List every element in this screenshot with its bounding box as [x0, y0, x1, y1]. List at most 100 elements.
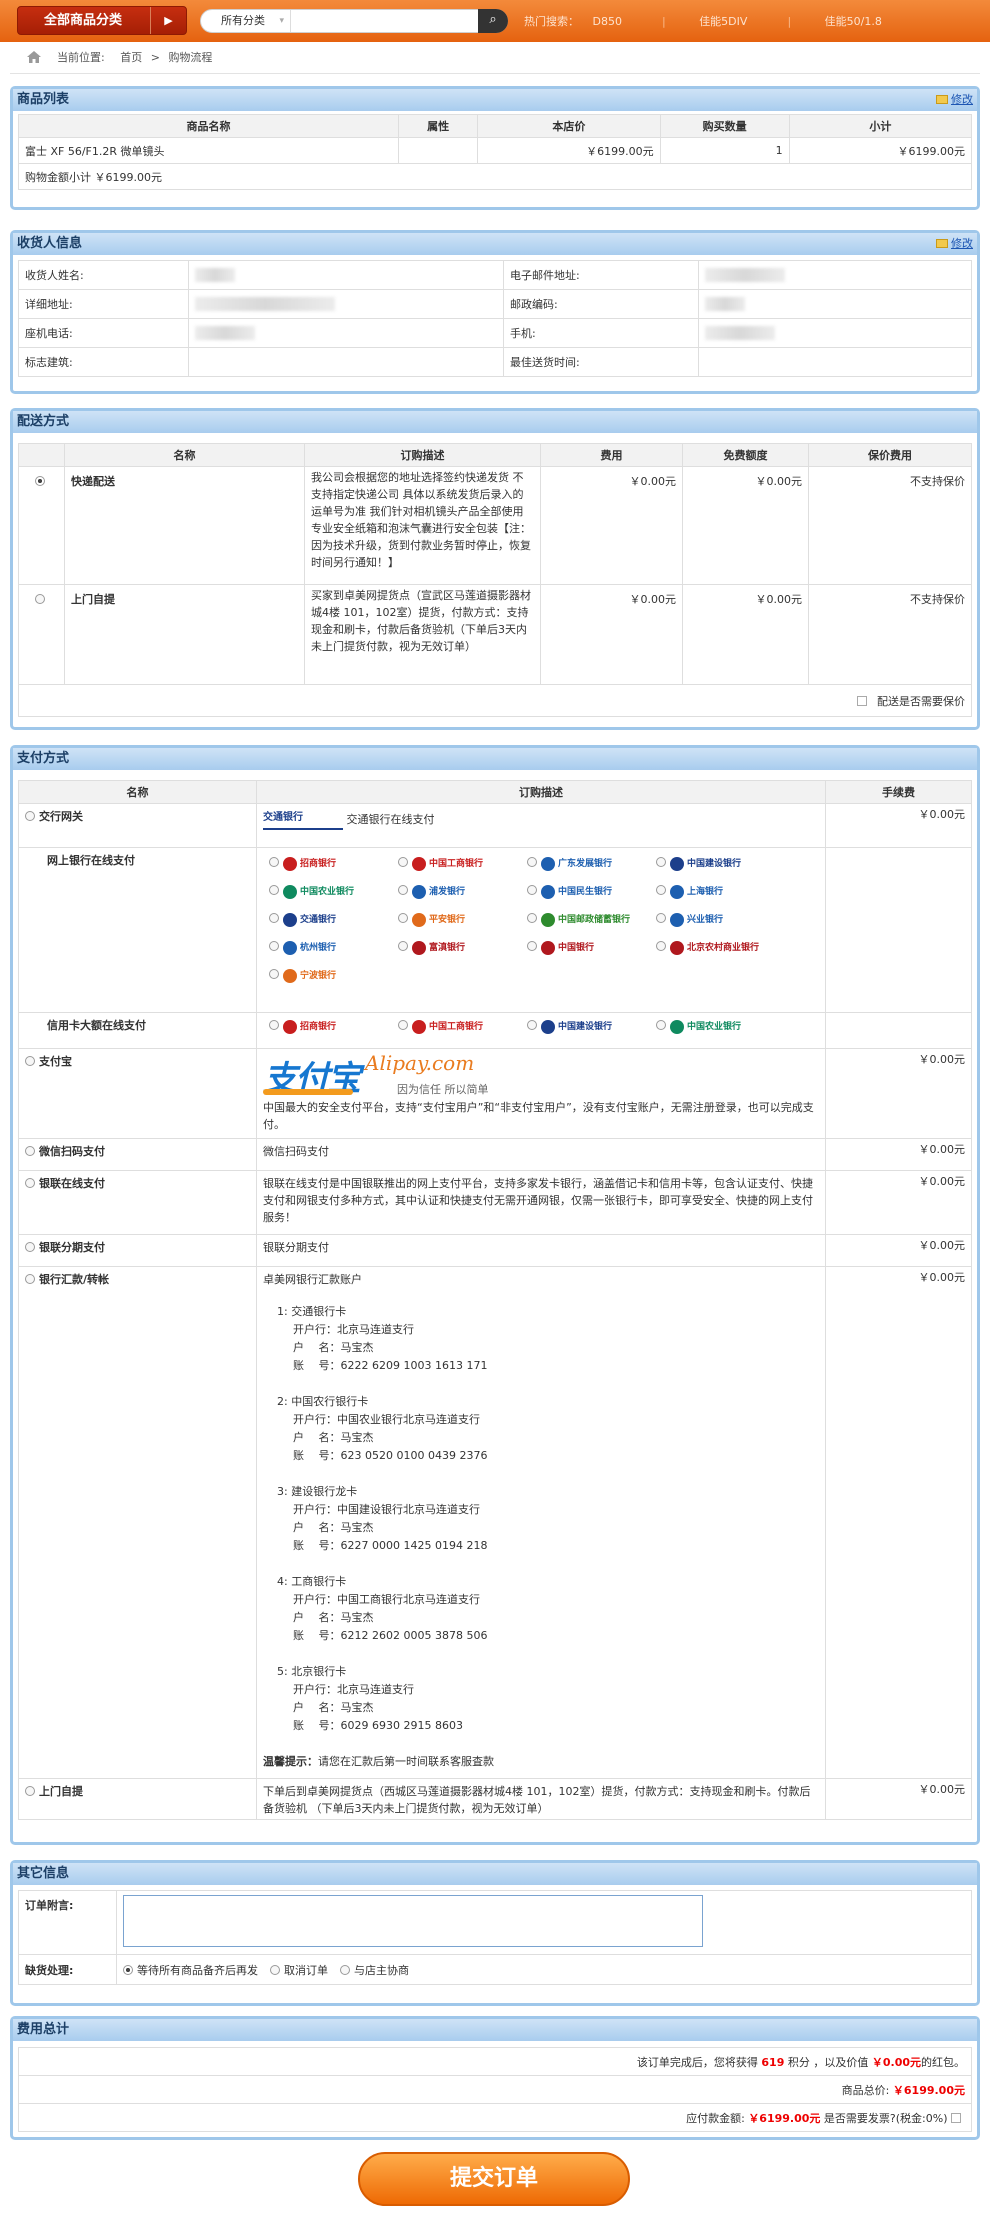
bank-radio[interactable]: [527, 941, 537, 951]
bank-logo-icon: [412, 940, 426, 955]
bank-option[interactable]: 招商银行: [269, 856, 394, 876]
bank-option[interactable]: 中国建设银行: [527, 1019, 652, 1039]
bank-option[interactable]: 中国工商银行: [398, 1019, 523, 1039]
pay-name: 银联分期支付: [39, 1241, 105, 1254]
edit-consignee-link[interactable]: 修改: [936, 233, 973, 255]
bank-logo-icon: [670, 884, 684, 899]
bank-radio[interactable]: [527, 857, 537, 867]
bank-radio[interactable]: [656, 1020, 666, 1030]
bank-option[interactable]: 中国工商银行: [398, 856, 523, 876]
bank-radio[interactable]: [269, 857, 279, 867]
home-icon[interactable]: [27, 51, 41, 63]
account-branch: 开户行：中国农业银行北京马连道支行: [293, 1413, 480, 1426]
pay-fee: ￥0.00元: [825, 1138, 972, 1171]
submit-order-button[interactable]: 提交订单: [358, 2152, 630, 2206]
pay-radio-transfer[interactable]: [25, 1274, 35, 1284]
bank-option[interactable]: 兴业银行: [656, 912, 781, 932]
hot-search-link[interactable]: 佳能5DIV: [699, 15, 747, 28]
edit-goods-link[interactable]: 修改: [936, 89, 973, 111]
bank-radio[interactable]: [656, 941, 666, 951]
pay-desc: 银联在线支付是中国银联推出的网上支付平台，支持多家发卡银行，涵盖借记卡和信用卡等…: [256, 1170, 826, 1235]
bank-radio[interactable]: [398, 857, 408, 867]
all-categories-button[interactable]: 全部商品分类 ▶: [17, 6, 187, 35]
shipping-radio-pickup[interactable]: [34, 594, 45, 604]
search-button[interactable]: ⌕: [478, 9, 508, 33]
bank-name: 浦发银行: [429, 887, 466, 897]
bank-option[interactable]: 富滇银行: [398, 940, 523, 960]
bank-option[interactable]: 中国农业银行: [269, 884, 394, 904]
search-category-select[interactable]: 所有分类 ▾: [201, 10, 291, 32]
bank-option[interactable]: 上海银行: [656, 884, 781, 904]
bank-option[interactable]: 招商银行: [269, 1019, 394, 1039]
shortage-option: 等待所有商品备齐后再发: [137, 1963, 258, 1977]
alipay-logo-en: Alipay.com: [365, 1051, 475, 1075]
all-categories-label: 全部商品分类: [44, 13, 123, 28]
table-row: 上门自提 买家到卓美网提货点（宣武区马莲道摄影器材城4楼 101，102室）提货，…: [18, 584, 972, 685]
shortage-radio-cancel[interactable]: [270, 1964, 280, 1975]
bank-option[interactable]: 平安银行: [398, 912, 523, 932]
bank-radio[interactable]: [656, 913, 666, 923]
bank-logo-icon: [541, 912, 555, 927]
shipping-name: 上门自提: [64, 584, 305, 685]
bank-radio[interactable]: [269, 913, 279, 923]
bank-option[interactable]: 中国建设银行: [656, 856, 781, 876]
bank-option[interactable]: 北京农村商业银行: [656, 940, 781, 960]
hot-search-link[interactable]: D850: [593, 15, 622, 28]
bank-radio[interactable]: [656, 857, 666, 867]
bank-radio[interactable]: [269, 1020, 279, 1030]
goods-name[interactable]: 富士 XF 56/F1.2R 微单镜头: [18, 137, 399, 164]
bank-radio[interactable]: [269, 885, 279, 895]
bank-radio[interactable]: [398, 941, 408, 951]
bank-radio[interactable]: [527, 885, 537, 895]
bank-radio[interactable]: [527, 913, 537, 923]
pay-radio-unionpay[interactable]: [25, 1178, 35, 1188]
bank-radio[interactable]: [398, 885, 408, 895]
bank-radio[interactable]: [269, 969, 279, 979]
pay-radio-installment[interactable]: [25, 1242, 35, 1252]
shipping-radio-express[interactable]: [34, 476, 45, 486]
hot-search-link[interactable]: 佳能50/1.8: [825, 15, 882, 28]
payment-panel: 支付方式 名称 订购描述 手续费 交行网关 交通银行 交通银行在线支付 ￥0.00元 网…: [10, 745, 980, 1845]
pay-radio-alipay[interactable]: [25, 1056, 35, 1066]
alipay-logo: 支付宝 Alipay.com 因为信任 所以简单: [263, 1051, 819, 1099]
bank-radio[interactable]: [527, 1020, 537, 1030]
search-input[interactable]: [295, 12, 475, 30]
invoice-checkbox[interactable]: [951, 2112, 961, 2123]
goods-price: ￥6199.00元: [477, 137, 661, 164]
order-message-textarea[interactable]: [123, 1895, 703, 1947]
bank-option[interactable]: 交通银行: [269, 912, 394, 932]
bank-logo-icon: [412, 1019, 426, 1034]
shipping-name: 快递配送: [64, 466, 305, 585]
breadcrumb-separator: >: [150, 51, 160, 64]
bank-option[interactable]: 中国银行: [527, 940, 652, 960]
bank-option[interactable]: 浦发银行: [398, 884, 523, 904]
pay-radio-bocom[interactable]: [25, 811, 35, 821]
bank-option[interactable]: 中国农业银行: [656, 1019, 781, 1039]
bank-radio[interactable]: [398, 1020, 408, 1030]
bank-option[interactable]: 广东发展银行: [527, 856, 652, 876]
address-label: 详细地址:: [18, 289, 189, 319]
pay-radio-wechat[interactable]: [25, 1146, 35, 1156]
bank-radio[interactable]: [656, 885, 666, 895]
pay-name: 上门自提: [39, 1785, 83, 1798]
bank-name: 招商银行: [300, 859, 337, 869]
bank-name: 中国农业银行: [300, 887, 355, 897]
bank-option[interactable]: 中国邮政储蓄银行: [527, 912, 652, 932]
bank-option[interactable]: 中国民生银行: [527, 884, 652, 904]
bank-option[interactable]: 宁波银行: [269, 968, 394, 988]
bank-option[interactable]: 杭州银行: [269, 940, 394, 960]
shortage-radio-negotiate[interactable]: [340, 1964, 350, 1975]
bank-radio[interactable]: [398, 913, 408, 923]
tip-text: 请您在汇款后第一时间联系客服査款: [318, 1755, 494, 1768]
pay-fee: ￥0.00元: [825, 1778, 972, 1820]
bank-account: 4: 工商银行卡 开户行：中国工商银行北京马连道支行户 名：马宝杰账 号：6212…: [263, 1573, 819, 1645]
insure-checkbox[interactable]: [857, 695, 867, 706]
panel-header: 支付方式: [13, 748, 977, 770]
goods-attr: [397, 137, 479, 164]
col-header: 名称: [64, 443, 305, 467]
search-icon: ⌕: [489, 12, 497, 27]
breadcrumb-home-link[interactable]: 首页: [120, 51, 142, 64]
bank-radio[interactable]: [269, 941, 279, 951]
shortage-radio-wait[interactable]: [123, 1964, 133, 1975]
pay-radio-pickup[interactable]: [25, 1786, 35, 1796]
